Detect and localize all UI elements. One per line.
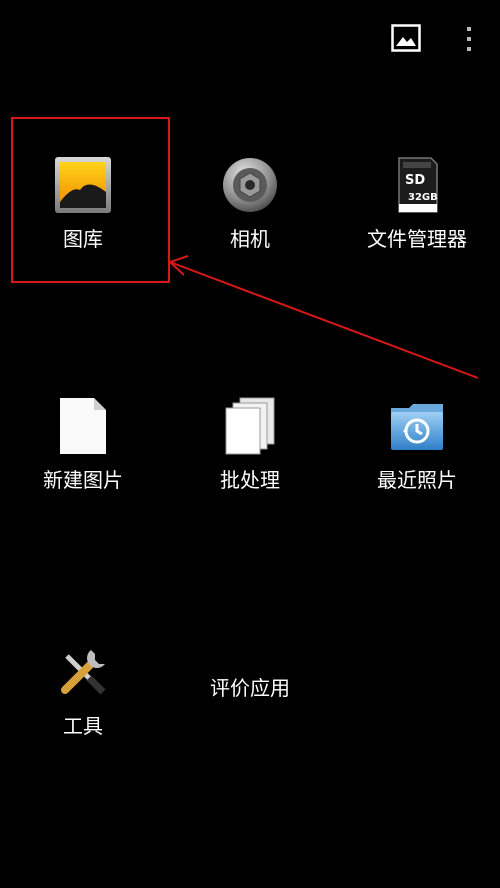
- annotation-arrow: [168, 255, 479, 379]
